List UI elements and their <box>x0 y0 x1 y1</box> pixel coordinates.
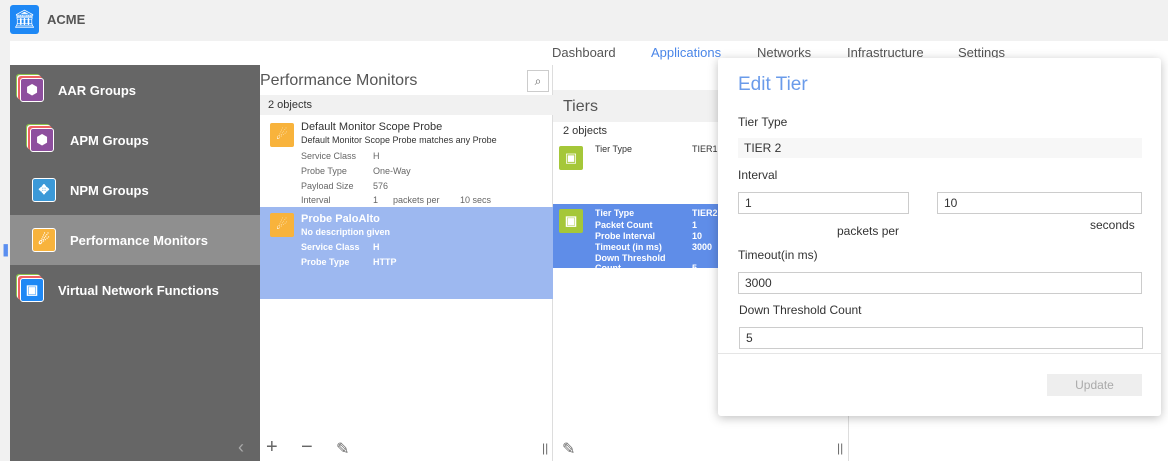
panel-title: Performance Monitors <box>260 72 418 89</box>
dialog-title: Edit Tier <box>738 74 808 95</box>
object-count: 2 objects <box>563 125 608 137</box>
list-item-selected[interactable]: ▣ Tier Type TIER2 Packet Count 1 Probe Int… <box>553 204 718 273</box>
interval-label: Interval <box>738 168 778 182</box>
collapse-sidebar-chevron-left-icon[interactable]: ‹ <box>238 437 244 458</box>
edit-tier-dialog: Edit Tier Tier Type TIER 2 Interval pack… <box>718 58 1161 416</box>
tier-type-row: Tier Type TIER1 <box>595 144 718 154</box>
sidebar-item-label: Performance Monitors <box>70 232 208 248</box>
probe-type-row: Probe Type One-Way <box>301 166 411 176</box>
sidebar-item-label: Virtual Network Functions <box>58 282 219 298</box>
interval-row: Interval 1 packets per 10 secs <box>301 195 492 205</box>
list-item[interactable]: ▣ Tier Type TIER1 <box>553 140 718 200</box>
service-class-row: Service Class H <box>301 242 380 252</box>
probe-icon: ☄ <box>270 213 294 237</box>
cubes-icon: ⬢ <box>30 128 54 152</box>
resize-handle-icon[interactable]: || <box>837 441 843 455</box>
payload-row: Payload Size 576 <box>301 181 389 191</box>
sidebar-item-virtual-network-functions[interactable]: ▣ Virtual Network Functions <box>10 265 260 315</box>
item-title: Default Monitor Scope Probe <box>301 121 443 133</box>
probe-icon: ☄ <box>32 228 56 252</box>
probe-icon: ☄ <box>270 123 294 147</box>
object-count: 2 objects <box>260 95 553 115</box>
sidebar-item-label: APM Groups <box>70 132 149 148</box>
resize-handle-icon[interactable]: || <box>542 441 548 455</box>
packet-count-row: Packet Count 1 <box>595 220 698 230</box>
tier-type-row: Tier Type TIER2 <box>595 208 718 218</box>
sidebar: ⬢ AAR Groups ⬢ APM Groups ✥ NPM Groups ☄ Per… <box>10 65 260 461</box>
cubes-icon: ⬢ <box>20 78 44 102</box>
add-icon[interactable]: + <box>266 436 278 459</box>
probe-interval-row: Probe Interval 10 <box>595 231 703 241</box>
timeout-row: Timeout (in ms) 3000 <box>595 242 713 252</box>
down-threshold-label: Down Threshold Count <box>739 303 862 317</box>
edit-pencil-icon[interactable]: ✎ <box>336 439 349 459</box>
probe-type-row: Probe Type HTTP <box>301 257 397 267</box>
remove-icon[interactable]: − <box>301 436 313 459</box>
update-button[interactable]: Update <box>1047 374 1142 396</box>
timeout-label: Timeout(in ms) <box>738 248 818 262</box>
edit-pencil-icon[interactable]: ✎ <box>562 439 575 459</box>
service-class-row: Service Class H <box>301 151 380 161</box>
packets-per-label: packets per <box>837 224 900 238</box>
drag-handle-icon[interactable]: ■ ■ ■ <box>3 242 8 259</box>
list-item-selected[interactable]: ☄ Probe PaloAlto No description given Se… <box>260 207 553 299</box>
sidebar-item-performance-monitors[interactable]: ☄ Performance Monitors <box>10 215 260 265</box>
dialog-footer-divider <box>718 353 1161 354</box>
acme-logo-bank-icon: 🏛 <box>10 5 39 34</box>
item-description: Default Monitor Scope Probe matches any … <box>301 135 497 145</box>
down-threshold-row: Down Threshold Count 5 <box>595 253 698 273</box>
performance-monitors-panel: Performance Monitors ⌕ 2 objects ☄ Defau… <box>260 65 553 461</box>
sidebar-item-label: NPM Groups <box>70 182 149 198</box>
seconds-input[interactable] <box>937 192 1142 214</box>
nav-dashboard[interactable]: Dashboard <box>552 45 616 60</box>
tier-type-value: TIER 2 <box>738 138 1142 158</box>
timeout-input[interactable] <box>738 272 1142 294</box>
item-description: No description given <box>301 227 391 237</box>
down-threshold-input[interactable] <box>739 327 1143 349</box>
nav-applications[interactable]: Applications <box>651 45 721 60</box>
sidebar-item-aar-groups[interactable]: ⬢ AAR Groups <box>10 65 260 115</box>
item-title: Probe PaloAlto <box>301 213 380 225</box>
app-name: ACME <box>47 12 86 27</box>
search-icon[interactable]: ⌕ <box>527 70 549 92</box>
sidebar-item-label: AAR Groups <box>58 82 136 98</box>
network-icon: ✥ <box>32 178 56 202</box>
tier-type-label: Tier Type <box>738 115 788 129</box>
seconds-label: seconds <box>1090 218 1135 232</box>
list-item[interactable]: ☄ Default Monitor Scope Probe Default Mo… <box>260 115 553 207</box>
box-icon: ▣ <box>559 209 583 233</box>
box-icon: ▣ <box>20 278 44 302</box>
sidebar-item-npm-groups[interactable]: ✥ NPM Groups <box>10 165 260 215</box>
packets-input[interactable] <box>738 192 909 214</box>
sidebar-item-apm-groups[interactable]: ⬢ APM Groups <box>10 115 260 165</box>
box-icon: ▣ <box>559 146 583 170</box>
